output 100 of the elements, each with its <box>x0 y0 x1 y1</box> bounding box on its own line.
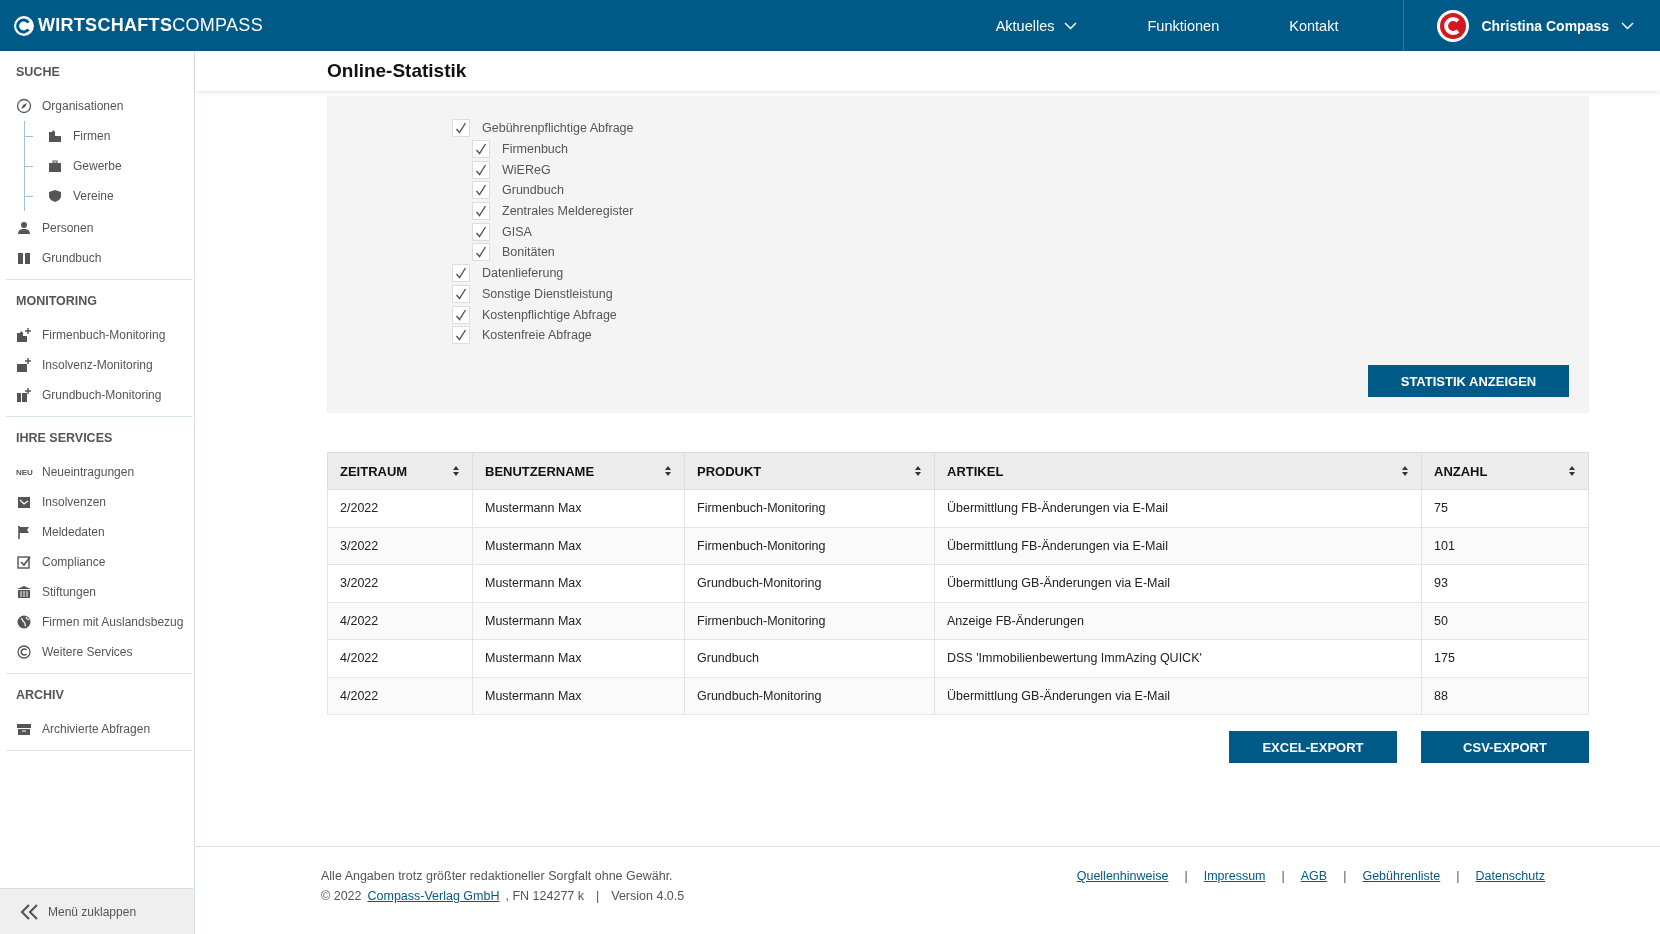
menu-item[interactable]: Gewerbe <box>73 159 122 173</box>
footer-link[interactable]: Quellenhinweise <box>1076 869 1169 883</box>
table-cell: 75 <box>1421 489 1589 527</box>
table-cell: Mustermann Max <box>472 677 685 715</box>
table-cell: Grundbuch-Monitoring <box>684 564 935 602</box>
sort-icon <box>914 465 922 477</box>
table-cell: Grundbuch-Monitoring <box>684 677 935 715</box>
menu-item-icon <box>16 98 32 114</box>
show-statistics-button[interactable]: STATISTIK ANZEIGEN <box>1368 365 1569 397</box>
column-header[interactable]: ANZAHL <box>1421 452 1589 490</box>
checkbox-label: Sonstige Dienstleistung <box>482 286 613 301</box>
menu-item-icon <box>16 614 32 630</box>
column-header[interactable]: ARTIKEL <box>934 452 1422 490</box>
checkbox[interactable] <box>472 202 490 221</box>
checkbox[interactable] <box>472 181 490 200</box>
table-cell: DSS 'Immobilienbewertung ImmAzing QUICK' <box>934 639 1422 677</box>
column-header[interactable]: PRODUKT <box>684 452 935 490</box>
section-title: IHRE SERVICES <box>15 430 114 447</box>
footer-text: Version 4.0.5 <box>611 889 685 903</box>
table-cell: Anzeige FB-Änderungen <box>934 602 1422 640</box>
sort-icon <box>1401 465 1409 477</box>
menu-item[interactable]: Vereine <box>73 189 114 203</box>
checkbox[interactable] <box>472 160 490 179</box>
menu-item[interactable]: Neueintragungen <box>42 465 135 479</box>
menu-item[interactable]: Personen <box>42 221 94 235</box>
table-cell: Mustermann Max <box>472 639 685 677</box>
separator: | <box>595 889 601 903</box>
footer-link[interactable]: Compass-Verlag GmbH <box>367 889 500 903</box>
table-cell: 101 <box>1421 527 1589 565</box>
menu-item[interactable]: Weitere Services <box>42 645 133 659</box>
table-cell: Übermittlung GB-Änderungen via E-Mail <box>934 677 1422 715</box>
table-cell: 2/2022 <box>327 489 473 527</box>
menu-item[interactable]: Meldedaten <box>42 525 105 539</box>
menu-item-icon <box>16 721 32 737</box>
checkbox[interactable] <box>472 222 490 241</box>
table-cell: Mustermann Max <box>472 489 685 527</box>
menu-item[interactable]: Grundbuch-Monitoring <box>42 388 162 402</box>
menu-item-icon <box>16 554 32 570</box>
footer-link[interactable]: AGB <box>1300 869 1328 883</box>
table-cell: Grundbuch <box>684 639 935 677</box>
checkbox[interactable] <box>452 264 470 283</box>
table-cell: 93 <box>1421 564 1589 602</box>
nav-link[interactable]: Funktionen <box>1112 0 1255 51</box>
menu-item-icon <box>16 357 32 373</box>
sort-icon <box>664 465 672 477</box>
disclaimer-text: Alle Angaben trotz größter redaktioneller Sorgfalt ohne Gewähr. <box>321 869 674 883</box>
user-name[interactable]: Christina Compass <box>1481 17 1609 34</box>
checkbox-label: Datenlieferung <box>482 266 564 281</box>
table-cell: Firmenbuch-Monitoring <box>684 602 935 640</box>
table-cell: Firmenbuch-Monitoring <box>684 527 935 565</box>
menu-item[interactable]: Compliance <box>42 555 106 569</box>
menu-item-icon <box>16 584 32 600</box>
table-cell: 4/2022 <box>327 602 473 640</box>
menu-item-icon <box>16 250 32 266</box>
checkbox[interactable] <box>452 119 470 138</box>
checkbox[interactable] <box>452 326 470 345</box>
separator: | <box>1183 869 1189 883</box>
menu-item[interactable]: Stiftungen <box>42 585 97 599</box>
page-title: Online-Statistik <box>327 60 467 82</box>
export-button[interactable]: CSV-EXPORT <box>1421 731 1589 763</box>
checkbox-label: Bonitäten <box>502 245 555 260</box>
sort-icon <box>452 465 460 477</box>
table-cell: 3/2022 <box>327 527 473 565</box>
column-header[interactable]: BENUTZERNAME <box>472 452 685 490</box>
menu-item-icon <box>47 188 63 204</box>
sort-icon <box>1568 465 1576 477</box>
table-cell: Übermittlung FB-Änderungen via E-Mail <box>934 489 1422 527</box>
column-header[interactable]: ZEITRAUM <box>327 452 473 490</box>
logo-text: WIRTSCHAFTSCOMPASS <box>37 15 263 36</box>
menu-item[interactable]: Archivierte Abfragen <box>42 722 151 736</box>
menu-item-icon <box>16 494 32 510</box>
section-title: MONITORING <box>15 293 99 310</box>
checkbox[interactable] <box>472 140 490 159</box>
avatar-icon <box>1437 9 1470 42</box>
checkbox-label: Kostenpflichtige Abfrage <box>482 307 617 322</box>
footer-link[interactable]: Impressum <box>1203 869 1266 883</box>
separator: | <box>1455 869 1461 883</box>
menu-item[interactable]: Grundbuch <box>42 251 102 265</box>
menu-item[interactable]: Firmen <box>73 129 111 143</box>
nav-link[interactable]: Kontakt <box>1254 0 1374 51</box>
menu-item[interactable]: Firmenbuch-Monitoring <box>42 328 166 342</box>
checkbox-label: GISA <box>502 224 532 239</box>
checkbox-label: Firmenbuch <box>502 142 568 157</box>
checkbox[interactable] <box>472 243 490 262</box>
footer-link[interactable]: Datenschutz <box>1475 869 1545 883</box>
double-chevron-icon <box>20 903 40 920</box>
menu-item[interactable]: Insolvenzen <box>42 495 107 509</box>
nav-link[interactable]: Aktuelles <box>960 0 1113 51</box>
menu-item-icon <box>16 524 32 540</box>
menu-item[interactable]: Firmen mit Auslandsbezug <box>42 615 184 629</box>
export-button[interactable]: EXCEL-EXPORT <box>1229 731 1397 763</box>
checkbox[interactable] <box>452 284 470 303</box>
collapse-menu-button[interactable]: Menü zuklappen <box>0 888 194 934</box>
footer-link[interactable]: Gebührenliste <box>1362 869 1441 883</box>
table-cell: 50 <box>1421 602 1589 640</box>
menu-item[interactable]: Insolvenz-Monitoring <box>42 358 153 372</box>
checkbox-label: Kostenfreie Abfrage <box>482 328 592 343</box>
checkbox-label: Gebührenpflichtige Abfrage <box>482 121 634 136</box>
menu-item[interactable]: Organisationen <box>42 99 124 113</box>
checkbox[interactable] <box>452 305 470 324</box>
